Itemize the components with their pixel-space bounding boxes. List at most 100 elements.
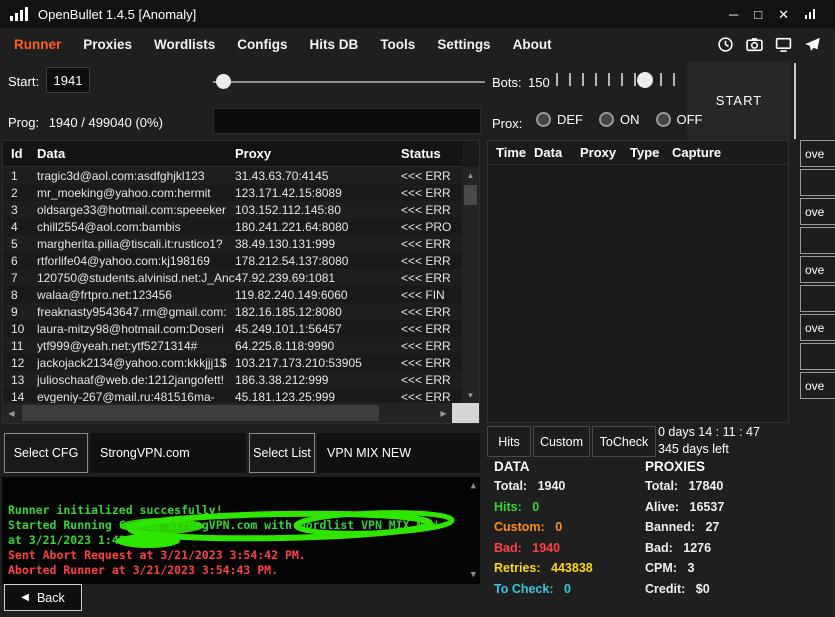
column-header-data[interactable]: Data bbox=[534, 145, 580, 160]
prog-value: 1940 / 499040 (0%) bbox=[49, 115, 163, 130]
cell-id: 14 bbox=[3, 390, 37, 404]
cell-proxy: 47.92.239.69:1081 bbox=[235, 271, 401, 285]
data-row[interactable]: 8 walaa@frtpro.net:123456 119.82.240.149… bbox=[3, 286, 462, 303]
clipped-remove-button[interactable] bbox=[800, 169, 835, 196]
column-header-capture[interactable]: Capture bbox=[672, 145, 788, 160]
clipped-remove-button[interactable] bbox=[800, 227, 835, 254]
cell-id: 11 bbox=[3, 339, 37, 353]
monitor-icon[interactable] bbox=[775, 36, 792, 53]
data-row[interactable]: 2 mr_moeking@yahoo.com:hermit 123.171.42… bbox=[3, 184, 462, 201]
openbullet-app: OpenBullet 1.4.5 [Anomaly] ─ □ ✕ Runner … bbox=[0, 0, 835, 617]
start-count-input[interactable] bbox=[46, 67, 90, 93]
telegram-icon[interactable] bbox=[804, 36, 821, 53]
log-line: at 3/21/2023 1:42:53 AM. bbox=[8, 533, 462, 548]
clipped-remove-button[interactable]: ove bbox=[800, 198, 835, 225]
camera-icon[interactable] bbox=[746, 36, 763, 53]
progress-bar bbox=[213, 108, 481, 134]
clipped-remove-button[interactable] bbox=[800, 343, 835, 370]
cell-id: 1 bbox=[3, 169, 37, 183]
log-scroll-down-icon[interactable]: ▼ bbox=[471, 570, 476, 580]
scrollbar-thumb[interactable] bbox=[22, 405, 379, 421]
back-button[interactable]: ◀ Back bbox=[4, 584, 82, 611]
column-header-time[interactable]: Time bbox=[496, 145, 534, 160]
scroll-up-button[interactable]: ▲ bbox=[462, 167, 479, 183]
cell-id: 9 bbox=[3, 305, 37, 319]
menu-item[interactable]: Runner bbox=[14, 37, 61, 52]
column-header-proxy[interactable]: Proxy bbox=[235, 146, 401, 161]
column-header-type[interactable]: Type bbox=[630, 145, 672, 160]
stat-value: 1940 bbox=[532, 541, 560, 555]
grid-body: 1 tragic3d@aol.com:asdfghjkl123 31.43.63… bbox=[3, 167, 462, 405]
clipped-remove-button[interactable]: ove bbox=[800, 372, 835, 399]
column-header-data[interactable]: Data bbox=[37, 146, 235, 161]
tab-hits[interactable]: Hits bbox=[487, 426, 531, 457]
cell-id: 7 bbox=[3, 271, 37, 285]
menu-item[interactable]: Configs bbox=[237, 37, 287, 52]
cell-id: 5 bbox=[3, 237, 37, 251]
slider-thumb[interactable] bbox=[637, 72, 653, 88]
menu-item[interactable]: Hits DB bbox=[310, 37, 359, 52]
select-cfg-button[interactable]: Select CFG bbox=[4, 433, 88, 473]
start-slider[interactable] bbox=[213, 74, 485, 90]
data-row[interactable]: 9 freaknasty9543647.rm@gmail.com: 182.16… bbox=[3, 303, 462, 320]
slider-thumb[interactable] bbox=[216, 74, 231, 89]
menu-item[interactable]: Wordlists bbox=[154, 37, 215, 52]
data-row[interactable]: 11 ytf999@yeah.net:ytf5271314# 64.225.8.… bbox=[3, 337, 462, 354]
bots-label: Bots: bbox=[492, 75, 522, 90]
clipped-remove-button[interactable]: ove bbox=[800, 314, 835, 341]
menu-item[interactable]: Settings bbox=[437, 37, 490, 52]
stat-value: 443838 bbox=[551, 561, 593, 575]
close-button[interactable]: ✕ bbox=[778, 8, 789, 21]
maximize-button[interactable]: □ bbox=[754, 8, 762, 21]
minimize-button[interactable]: ─ bbox=[729, 8, 738, 21]
stat-label: Hits: bbox=[494, 500, 522, 514]
proxy-mode-radios: DEF ON OFF bbox=[536, 112, 703, 127]
clipped-remove-button[interactable]: ove bbox=[800, 140, 835, 167]
corner-bars-icon bbox=[805, 9, 815, 19]
vertical-scrollbar[interactable]: ▲ ▼ bbox=[462, 167, 479, 403]
clipped-remove-button[interactable] bbox=[800, 285, 835, 312]
clipped-remove-button[interactable]: ove bbox=[800, 256, 835, 283]
scrollbar-thumb[interactable] bbox=[464, 185, 477, 205]
slider-ticks-icon bbox=[556, 73, 686, 86]
menu-item[interactable]: Tools bbox=[380, 37, 415, 52]
data-row[interactable]: 5 margherita.pilia@tiscali.it:rustico1? … bbox=[3, 235, 462, 252]
data-row[interactable]: 1 tragic3d@aol.com:asdfghjkl123 31.43.63… bbox=[3, 167, 462, 184]
scroll-down-button[interactable]: ▼ bbox=[462, 387, 479, 403]
data-row[interactable]: 3 oldsarge33@hotmail.com:speeeker 103.15… bbox=[3, 201, 462, 218]
history-icon[interactable] bbox=[717, 36, 734, 53]
cell-id: 10 bbox=[3, 322, 37, 336]
cell-status: <<< ERR bbox=[401, 237, 462, 251]
proxy-mode-radio[interactable]: ON bbox=[599, 112, 640, 127]
data-stats: Total: 1940 Hits: 0 Custom: 0 Bad: 1940 … bbox=[494, 479, 593, 596]
data-row[interactable]: 12 jackojack2134@yahoo.com:kkkjjj1$ 103.… bbox=[3, 354, 462, 371]
back-arrow-icon: ◀ bbox=[21, 592, 29, 603]
tab-tocheck[interactable]: ToCheck bbox=[592, 426, 656, 457]
column-header-proxy[interactable]: Proxy bbox=[580, 145, 630, 160]
tab-custom[interactable]: Custom bbox=[533, 426, 590, 457]
stat-label: Retries: bbox=[494, 561, 541, 575]
cell-status: <<< ERR bbox=[401, 186, 462, 200]
column-header-id[interactable]: Id bbox=[3, 146, 37, 161]
log-scroll-up-icon[interactable]: ▲ bbox=[471, 481, 476, 491]
cell-id: 12 bbox=[3, 356, 37, 370]
menu-item[interactable]: Proxies bbox=[83, 37, 132, 52]
data-row[interactable]: 6 rtforlife04@yahoo.com:kj198169 178.212… bbox=[3, 252, 462, 269]
data-row[interactable]: 4 chill2554@aol.com:bambis 180.241.221.6… bbox=[3, 218, 462, 235]
select-list-button[interactable]: Select List bbox=[249, 433, 315, 473]
menu-item[interactable]: About bbox=[513, 37, 552, 52]
cell-proxy: 103.217.173.210:53905 bbox=[235, 356, 401, 370]
column-header-status[interactable]: Status bbox=[401, 146, 462, 161]
scroll-left-button[interactable]: ◀ bbox=[3, 409, 20, 418]
start-button[interactable]: START bbox=[687, 61, 791, 140]
data-row[interactable]: 13 julioschaaf@web.de:1212jangofett! 186… bbox=[3, 371, 462, 388]
menu-items: Runner Proxies Wordlists Configs Hits DB… bbox=[14, 37, 552, 52]
scroll-right-button[interactable]: ▶ bbox=[435, 409, 452, 418]
bots-slider[interactable] bbox=[556, 72, 686, 88]
horizontal-scrollbar[interactable]: ◀ ▶ bbox=[3, 403, 479, 423]
data-row[interactable]: 10 laura-mitzy98@hotmail.com:Doseri 45.2… bbox=[3, 320, 462, 337]
data-row[interactable]: 7 120750@students.alvinisd.net:J_Anc 47.… bbox=[3, 269, 462, 286]
proxy-mode-radio[interactable]: OFF bbox=[656, 112, 703, 127]
proxy-mode-radio[interactable]: DEF bbox=[536, 112, 583, 127]
cell-proxy: 178.212.54.137:8080 bbox=[235, 254, 401, 268]
